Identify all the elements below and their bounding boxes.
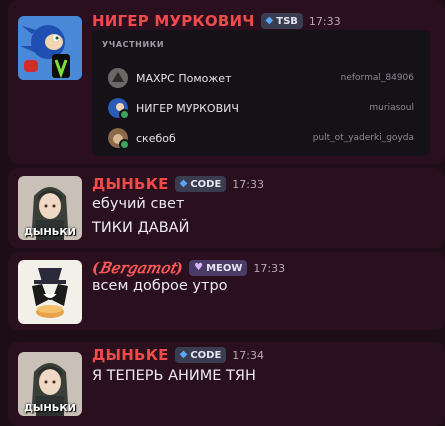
avatar-caption: ДЫНЬКИ xyxy=(24,227,76,238)
username[interactable]: ДЫНЬКЕ xyxy=(92,346,169,364)
message-header: (𝐵𝑒𝑟𝑔𝑎𝑚𝑜𝑡) ♥ MEOW 17:33 xyxy=(92,259,285,277)
server-tag-label: CODE xyxy=(190,178,222,190)
avatar[interactable]: ДЫНЬКИ xyxy=(18,176,82,240)
message-3: (𝐵𝑒𝑟𝑔𝑎𝑚𝑜𝑡) ♥ MEOW 17:33 всем доброе утро xyxy=(8,252,445,330)
server-tag-label: MEOW xyxy=(206,262,243,274)
message-text: ебучий свет xyxy=(92,196,185,212)
heart-icon: ♥ xyxy=(194,262,204,273)
message-text: ТИКИ ДАВАЙ xyxy=(92,220,190,236)
member-handle: pult_ot_yaderki_goyda xyxy=(312,133,414,143)
cat-avatar-image xyxy=(18,260,82,324)
members-embed: УЧАСТНИКИ МАХРС Поможет neformal_84906 Н… xyxy=(92,30,430,156)
online-status-icon xyxy=(119,139,130,150)
message-header: НИГЕР МУРКОВИЧ ◆ TSB 17:33 xyxy=(92,12,341,30)
message-text: Я ТЕПЕРЬ АНИМЕ ТЯН xyxy=(92,368,256,384)
message-1: НИГЕР МУРКОВИЧ ◆ TSB 17:33 УЧАСТНИКИ МАХ… xyxy=(8,0,445,164)
member-name: МАХРС Поможет xyxy=(136,71,232,85)
member-name: скебоб xyxy=(136,131,176,145)
server-tag-label: CODE xyxy=(190,349,222,361)
flame-icon: ◆ xyxy=(265,15,274,26)
member-avatar xyxy=(108,68,128,88)
server-tag-label: TSB xyxy=(276,15,298,27)
server-tag[interactable]: ◆ CODE xyxy=(174,176,227,192)
member-row[interactable]: НИГЕР МУРКОВИЧ muriasoul xyxy=(108,97,414,120)
avatar[interactable]: ДЫНЬКИ xyxy=(18,352,82,416)
member-avatar xyxy=(108,128,130,150)
sonic-avatar-image xyxy=(18,16,82,80)
message-2: ДЫНЬКИ ДЫНЬКЕ ◆ CODE 17:33 ебучий свет Т… xyxy=(8,168,445,248)
avatar-caption: ДЫНЬКИ xyxy=(24,403,76,414)
timestamp: 17:33 xyxy=(232,177,264,191)
message-header: ДЫНЬКЕ ◆ CODE 17:33 xyxy=(92,175,264,193)
timestamp: 17:33 xyxy=(308,14,341,28)
online-status-icon xyxy=(119,109,130,120)
member-row[interactable]: МАХРС Поможет neformal_84906 xyxy=(108,67,414,89)
member-avatar xyxy=(108,98,130,120)
message-header: ДЫНЬКЕ ◆ CODE 17:34 xyxy=(92,346,264,364)
username[interactable]: НИГЕР МУРКОВИЧ xyxy=(92,12,255,30)
flame-icon: ◆ xyxy=(179,349,188,360)
flame-icon: ◆ xyxy=(179,178,188,189)
username[interactable]: (𝐵𝑒𝑟𝑔𝑎𝑚𝑜𝑡) xyxy=(92,259,183,277)
server-tag[interactable]: ◆ CODE xyxy=(174,347,227,363)
username[interactable]: ДЫНЬКЕ xyxy=(92,175,169,193)
member-handle: neformal_84906 xyxy=(340,73,414,83)
timestamp: 17:33 xyxy=(253,261,286,275)
member-handle: muriasoul xyxy=(369,103,414,113)
server-tag[interactable]: ◆ TSB xyxy=(260,13,303,29)
member-name: НИГЕР МУРКОВИЧ xyxy=(136,101,239,115)
avatar[interactable] xyxy=(18,16,82,80)
avatar[interactable] xyxy=(18,260,82,324)
member-row[interactable]: скебоб pult_ot_yaderki_goyda xyxy=(108,127,414,150)
message-4: ДЫНЬКИ ДЫНЬКЕ ◆ CODE 17:34 Я ТЕПЕРЬ АНИМ… xyxy=(8,342,445,426)
message-text: всем доброе утро xyxy=(92,278,228,294)
server-tag[interactable]: ♥ MEOW xyxy=(189,260,248,276)
embed-title: УЧАСТНИКИ xyxy=(102,40,165,49)
timestamp: 17:34 xyxy=(232,348,264,362)
